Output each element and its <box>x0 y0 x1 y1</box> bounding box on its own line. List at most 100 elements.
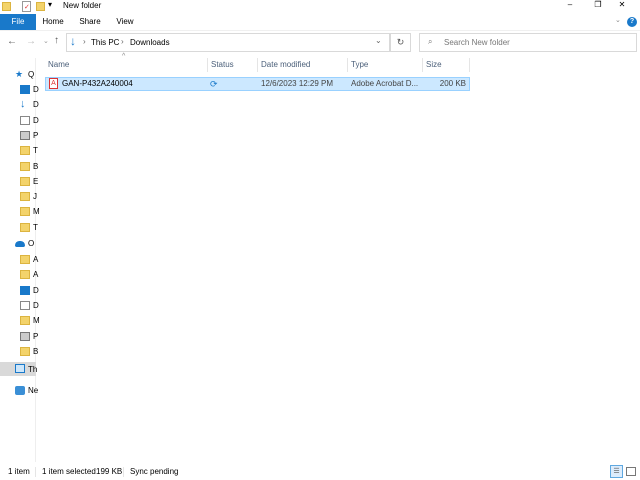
nav-item-label: T <box>33 222 38 232</box>
downloads-icon: ↓ <box>70 34 76 48</box>
nav-item[interactable]: A <box>0 267 39 282</box>
nav-item[interactable]: D <box>0 283 39 298</box>
tab-file[interactable]: File <box>0 14 36 30</box>
nav-this-pc[interactable]: Th <box>0 362 37 376</box>
large-icons-view-button[interactable] <box>626 467 636 476</box>
nav-item[interactable]: M <box>0 313 40 328</box>
folder-icon <box>2 2 11 11</box>
item-count: 1 item <box>8 467 30 476</box>
column-header-status[interactable]: Status <box>211 58 234 72</box>
nav-item[interactable]: D <box>0 298 39 313</box>
nav-item[interactable]: D <box>0 113 39 128</box>
address-history-dropdown[interactable]: ⌄ <box>375 36 382 45</box>
nav-item[interactable]: D <box>0 82 39 97</box>
close-button[interactable]: ✕ <box>612 0 632 9</box>
selection-count: 1 item selected <box>42 467 96 476</box>
nav-item-label: D <box>33 100 39 110</box>
minimize-button[interactable]: – <box>560 0 580 9</box>
nav-item[interactable]: J <box>0 189 37 204</box>
tab-view[interactable]: View <box>110 14 140 30</box>
status-bar: 1 item 1 item selected 199 KB Sync pendi… <box>0 464 640 480</box>
folder-icon <box>20 316 30 326</box>
nav-item-label: E <box>33 176 39 186</box>
column-divider[interactable] <box>207 58 208 72</box>
refresh-button[interactable]: ↻ <box>390 33 411 52</box>
customize-toolbar-icon[interactable]: ▾ <box>48 0 52 9</box>
column-header-name[interactable]: Name <box>48 58 69 72</box>
breadcrumb-this-pc[interactable]: This PC <box>91 38 119 47</box>
folder-icon <box>20 192 30 202</box>
column-header-type[interactable]: Type <box>351 58 368 72</box>
help-icon[interactable]: ? <box>627 17 637 27</box>
tab-share[interactable]: Share <box>75 14 105 30</box>
nav-item[interactable]: B <box>0 344 39 359</box>
sync-status: Sync pending <box>130 467 179 476</box>
maximize-button[interactable]: ❐ <box>588 0 608 9</box>
star-icon: ★ <box>15 69 24 79</box>
nav-item-label: A <box>33 270 39 280</box>
column-divider[interactable] <box>257 58 258 72</box>
search-input[interactable]: ⌕ Search New folder <box>419 33 637 52</box>
nav-item-label: A <box>33 255 39 264</box>
nav-item[interactable]: T <box>0 220 38 235</box>
folder-icon <box>20 222 30 232</box>
column-divider[interactable] <box>422 58 423 72</box>
nav-item-label: B <box>33 346 39 356</box>
properties-icon[interactable]: ✓ <box>22 1 31 12</box>
nav-item[interactable]: M <box>0 204 40 219</box>
column-divider[interactable] <box>469 58 470 72</box>
pictures-icon <box>20 130 30 140</box>
downloads-icon: ↓ <box>20 98 26 111</box>
nav-item-label: P <box>33 130 39 140</box>
breadcrumb-downloads[interactable]: Downloads <box>130 38 170 47</box>
window-title: New folder <box>63 1 102 10</box>
navigation-pane: ★ Q D ↓ D D P T B E J M T A A D D M P B O Th Ne <box>0 58 40 462</box>
ribbon-divider <box>0 30 640 31</box>
nav-item-label: P <box>33 331 39 341</box>
column-divider[interactable] <box>347 58 348 72</box>
column-header-date-modified[interactable]: Date modified <box>261 58 310 72</box>
nav-item[interactable]: E <box>0 174 39 189</box>
new-folder-icon[interactable] <box>36 2 45 11</box>
up-button[interactable]: ↑ <box>54 35 59 46</box>
back-button[interactable]: ← <box>7 36 17 47</box>
cloud-icon <box>15 241 25 247</box>
folder-icon <box>20 255 30 264</box>
recent-locations-icon[interactable]: ⌄ <box>43 37 49 45</box>
breadcrumb-chevron-icon: › <box>83 37 86 46</box>
folder-icon <box>20 176 30 186</box>
nav-onedrive[interactable]: O <box>0 236 36 251</box>
details-view-button[interactable]: ☰ <box>610 465 623 478</box>
nav-item[interactable]: P <box>0 128 39 143</box>
forward-button[interactable]: → <box>26 36 36 47</box>
expand-ribbon-icon[interactable]: ⌄ <box>615 16 621 24</box>
title-bar: ✓ ▾ New folder – ❐ ✕ <box>0 0 640 14</box>
status-divider <box>123 467 124 477</box>
nav-quick-access[interactable]: ★ Q <box>0 67 36 82</box>
nav-item-label: D <box>33 115 39 125</box>
folder-icon <box>20 161 30 171</box>
search-placeholder: Search New folder <box>444 38 510 47</box>
file-name[interactable]: GAN-P432A240004 <box>62 77 133 91</box>
nav-item-label: M <box>33 316 40 326</box>
documents-icon <box>20 115 30 125</box>
nav-item-label: D <box>33 300 39 310</box>
nav-item-label: J <box>33 192 37 202</box>
search-icon: ⌕ <box>428 37 433 46</box>
tab-home[interactable]: Home <box>38 14 68 30</box>
nav-item[interactable]: ↓ D <box>0 97 39 112</box>
sync-pending-icon: ⟳ <box>210 79 218 89</box>
nav-network[interactable]: Ne <box>0 383 38 398</box>
address-bar[interactable]: ↓ › This PC › Downloads ⌄ <box>66 33 390 52</box>
desktop-icon <box>20 285 30 295</box>
nav-item[interactable]: P <box>0 329 39 344</box>
nav-item[interactable]: T <box>0 143 38 158</box>
pdf-icon: A <box>49 78 58 89</box>
nav-item[interactable]: B <box>0 159 38 174</box>
file-size: 200 KB <box>439 79 466 88</box>
nav-item[interactable]: A <box>0 252 39 267</box>
nav-item-label: D <box>33 285 39 295</box>
column-header-size[interactable]: Size <box>426 58 442 72</box>
folder-icon <box>20 346 30 356</box>
file-type: Adobe Acrobat D... <box>351 79 419 88</box>
